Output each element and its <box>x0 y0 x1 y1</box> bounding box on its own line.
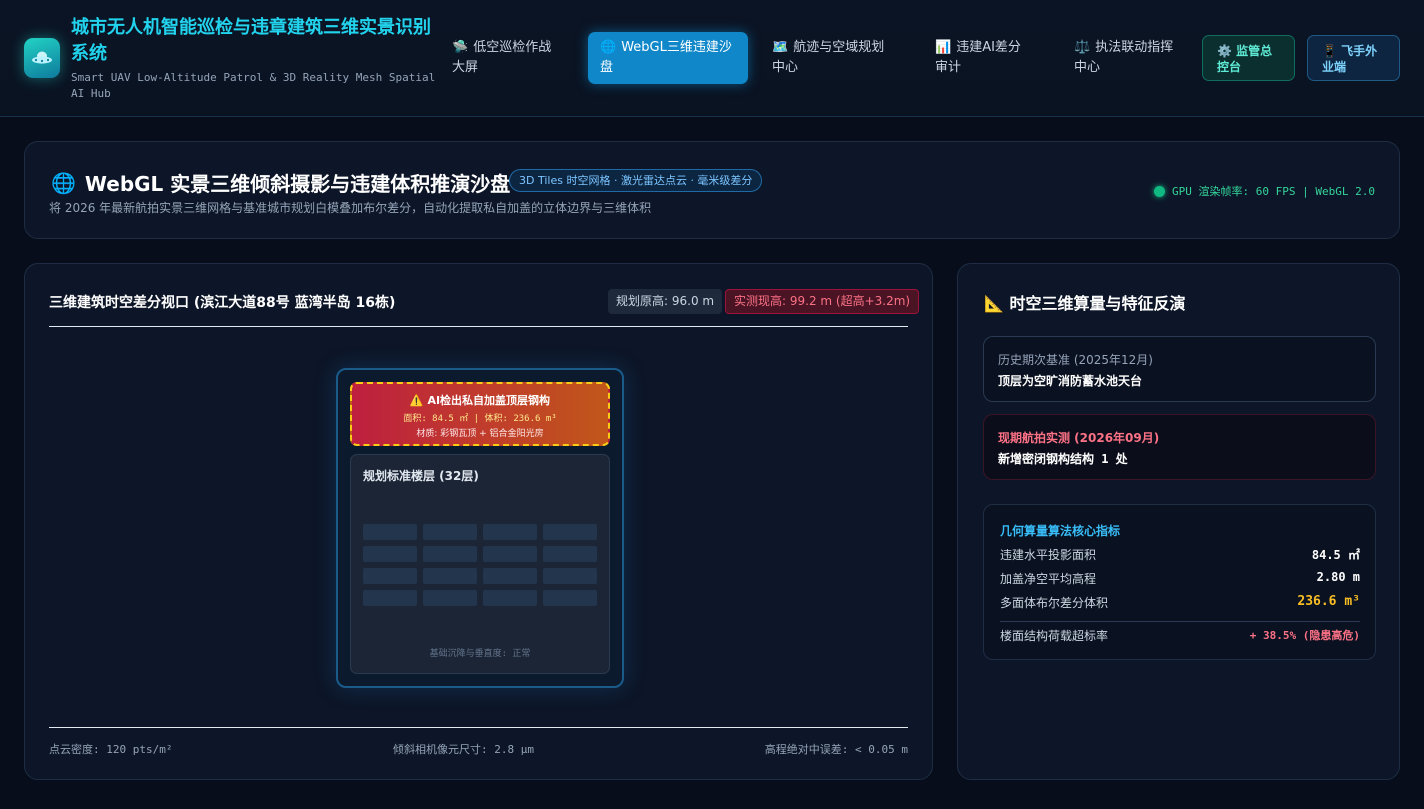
metric-label: 加盖净空平均高程 <box>1000 572 1097 586</box>
metric-value: + 38.5% (隐患高危) <box>1249 629 1360 642</box>
building-model[interactable]: ⚠️ AI检出私自加盖顶层钢构 面积: 84.5 ㎡ | 体积: 236.6 m… <box>336 368 624 688</box>
window <box>423 590 477 606</box>
actual-height-badge: 实测现高: 99.2 m (超高+3.2m) <box>725 289 920 314</box>
floors-title: 规划标准楼层 (32层) <box>363 469 479 483</box>
window <box>483 590 537 606</box>
divider <box>49 326 908 327</box>
illegal-structure-alert[interactable]: ⚠️ AI检出私自加盖顶层钢构 面积: 84.5 ㎡ | 体积: 236.6 m… <box>350 382 610 446</box>
nav-patrol-screen[interactable]: 🛸 低空巡检作战大屏 <box>440 32 570 84</box>
globe-icon: 🌐 <box>600 40 617 55</box>
window <box>483 546 537 562</box>
window <box>543 524 597 540</box>
divider <box>49 727 908 728</box>
ufo-icon[interactable] <box>24 38 60 78</box>
side-title: 📐 时空三维算量与特征反演 <box>984 290 1186 314</box>
window-grid <box>363 524 597 606</box>
ufo-icon: 🛸 <box>452 40 469 55</box>
window <box>423 568 477 584</box>
metric-value: 2.80 m <box>1316 570 1360 584</box>
page-title-text: WebGL 实景三维倾斜摄影与违建体积推演沙盘 <box>84 172 511 196</box>
diff-viewport-panel: 三维建筑时空差分视口 (滨江大道88号 蓝湾半岛 16栋) 规划原高: 96.0… <box>24 263 933 780</box>
elevation-error: 高程绝对中误差: < 0.05 m <box>764 743 908 756</box>
alert-metrics: 面积: 84.5 ㎡ | 体积: 236.6 m³ <box>403 414 557 424</box>
metric-label: 楼面结构荷载超标率 <box>1000 629 1109 643</box>
map-icon: 🗺️ <box>772 40 789 55</box>
current-value: 新增密闭钢构结构 1 处 <box>998 452 1128 466</box>
page-title: 🌐 WebGL 实景三维倾斜摄影与违建体积推演沙盘 <box>51 168 510 197</box>
phone-icon: 📱 <box>1322 44 1337 58</box>
metrics-card: 几何算量算法核心指标 违建水平投影面积 84.5 ㎡ 加盖净空平均高程 2.80… <box>983 504 1376 660</box>
console-button[interactable]: ⚙️ 监管总控台 <box>1202 35 1295 81</box>
nav-route-planning[interactable]: 🗺️ 航迹与空域规划中心 <box>760 32 908 84</box>
metric-label: 多面体布尔差分体积 <box>1000 596 1109 610</box>
point-density: 点云密度: 120 pts/m² <box>49 743 173 756</box>
history-label: 历史期次基准 (2025年12月) <box>998 353 1153 367</box>
window <box>363 546 417 562</box>
header-panel: 🌐 WebGL 实景三维倾斜摄影与违建体积推演沙盘 3D Tiles 时空网格 … <box>24 141 1400 239</box>
nav-webgl-sandbox[interactable]: 🌐 WebGL三维违建沙盘 <box>588 32 748 84</box>
volume-analysis-panel: 📐 时空三维算量与特征反演 历史期次基准 (2025年12月) 顶层为空旷消防蓄… <box>957 263 1400 780</box>
viewport-title: 三维建筑时空差分视口 (滨江大道88号 蓝湾半岛 16栋) <box>49 295 396 311</box>
nav-label: WebGL三维违建沙盘 <box>600 40 732 75</box>
chart-icon: 📊 <box>935 40 952 55</box>
status-dot-icon <box>1154 185 1166 197</box>
gear-icon: ⚙️ <box>1217 44 1232 58</box>
window <box>483 524 537 540</box>
scales-icon: ⚖️ <box>1074 40 1091 55</box>
pixel-size: 倾斜相机像元尺寸: 2.8 μm <box>393 743 534 756</box>
metric-label: 违建水平投影面积 <box>1000 548 1097 562</box>
current-label: 现期航拍实测 (2026年09月) <box>998 431 1160 445</box>
standard-floors-block: 规划标准楼层 (32层) 基础沉降与垂直度: 正常 <box>350 454 610 674</box>
window <box>363 524 417 540</box>
side-title-text: 时空三维算量与特征反演 <box>1009 294 1186 313</box>
nav-label: 航迹与空域规划中心 <box>772 40 885 75</box>
page-description: 将 2026 年最新航拍实景三维网格与基准城市规划白模叠加布尔差分，自动化提取私… <box>49 201 652 215</box>
window <box>363 568 417 584</box>
gpu-status-text: GPU 渲染帧率: 60 FPS | WebGL 2.0 <box>1172 185 1375 198</box>
top-bar: 城市无人机智能巡检与违章建筑三维实景识别系统 Smart UAV Low-Alt… <box>0 0 1424 117</box>
current-survey-card[interactable]: 现期航拍实测 (2026年09月) 新增密闭钢构结构 1 处 <box>983 414 1376 480</box>
nav-ai-diff-audit[interactable]: 📊 违建AI差分审计 <box>923 32 1045 84</box>
window <box>423 546 477 562</box>
gpu-status: GPU 渲染帧率: 60 FPS | WebGL 2.0 <box>1154 183 1375 199</box>
foundation-status: 基础沉降与垂直度: 正常 <box>429 649 531 659</box>
divider <box>1000 621 1360 622</box>
app-subtitle: Smart UAV Low-Altitude Patrol & 3D Reali… <box>71 71 436 100</box>
window <box>423 524 477 540</box>
metric-value: 84.5 ㎡ <box>1311 548 1360 562</box>
window <box>543 546 597 562</box>
window <box>543 568 597 584</box>
pilot-app-button[interactable]: 📱 飞手外业端 <box>1307 35 1400 81</box>
history-value: 顶层为空旷消防蓄水池天台 <box>998 374 1143 388</box>
alert-material: 材质: 彩钢瓦顶 + 铝合金阳光房 <box>416 429 544 439</box>
plan-height-badge: 规划原高: 96.0 m <box>608 289 723 314</box>
metrics-title: 几何算量算法核心指标 <box>1000 524 1121 538</box>
metric-value: 236.6 m³ <box>1297 594 1360 609</box>
app-title: 城市无人机智能巡检与违章建筑三维实景识别系统 <box>71 17 431 64</box>
tech-tag: 3D Tiles 时空网格 · 激光雷达点云 · 毫米级差分 <box>509 169 763 192</box>
window <box>363 590 417 606</box>
ruler-icon: 📐 <box>984 294 1004 313</box>
nav-enforcement-center[interactable]: ⚖️ 执法联动指挥中心 <box>1062 32 1192 84</box>
alert-title: ⚠️ AI检出私自加盖顶层钢构 <box>409 394 551 407</box>
globe-icon: 🌐 <box>51 170 76 195</box>
window <box>543 590 597 606</box>
history-baseline-card[interactable]: 历史期次基准 (2025年12月) 顶层为空旷消防蓄水池天台 <box>983 336 1376 402</box>
window <box>483 568 537 584</box>
